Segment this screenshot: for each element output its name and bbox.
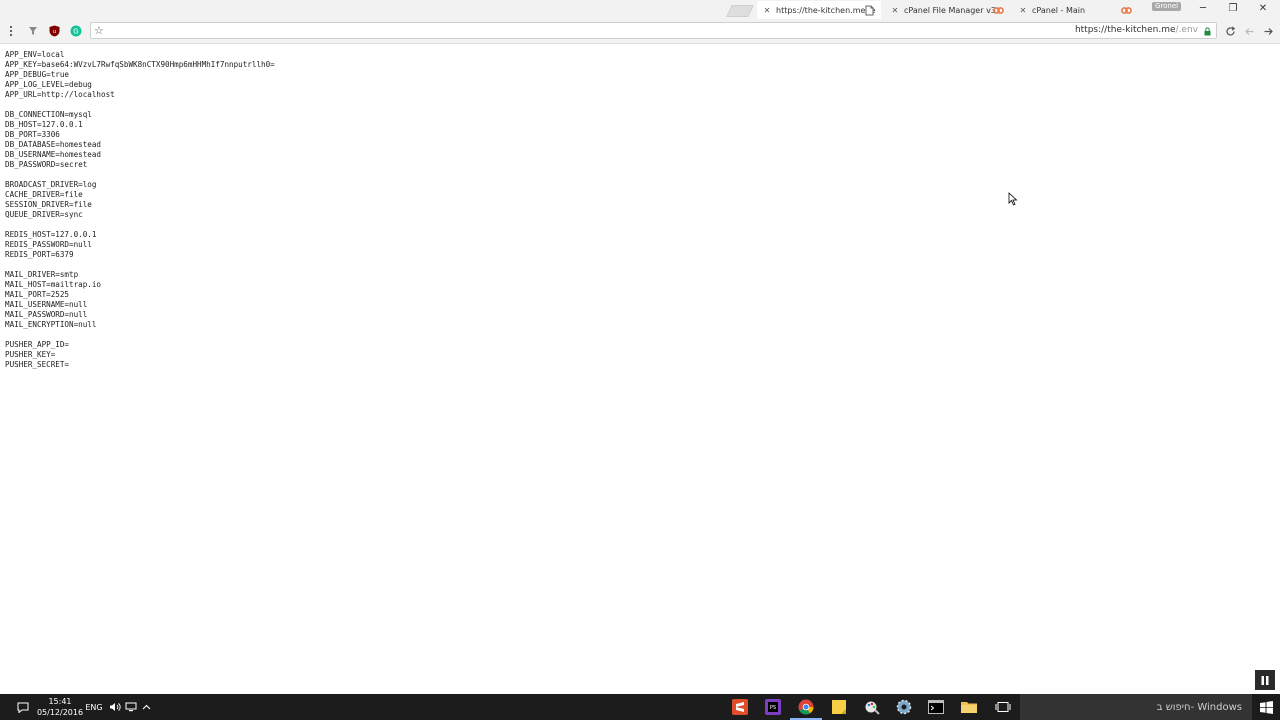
pause-button[interactable]: [1255, 670, 1275, 690]
env-line: MAIL_PORT=2525: [5, 290, 70, 299]
browser-toolbar: u G ☆ https://the-kitchen.me/.env: [0, 20, 1280, 44]
paint-app-icon[interactable]: [862, 697, 882, 717]
env-line: BROADCAST_DRIVER=log: [5, 180, 97, 189]
close-icon[interactable]: ✕: [761, 6, 773, 15]
terminal-icon[interactable]: [926, 697, 946, 717]
env-line: APP_LOG_LEVEL=debug: [5, 80, 92, 89]
env-line: PUSHER_KEY=: [5, 350, 56, 359]
chevron-up-icon[interactable]: [139, 694, 153, 720]
env-line: MAIL_HOST=mailtrap.io: [5, 280, 102, 289]
env-line: REDIS_PORT=6379: [5, 250, 74, 259]
close-icon[interactable]: ✕: [889, 6, 901, 15]
env-line: DB_HOST=127.0.0.1: [5, 120, 83, 129]
extension-funnel-icon[interactable]: [26, 24, 40, 38]
chrome-icon[interactable]: [790, 697, 822, 720]
file-explorer-icon[interactable]: [959, 697, 979, 717]
env-line: CACHE_DRIVER=file: [5, 190, 83, 199]
env-line: QUEUE_DRIVER=sync: [5, 210, 83, 219]
volume-icon[interactable]: [107, 694, 123, 720]
sticky-notes-icon[interactable]: [829, 697, 849, 717]
grammarly-icon[interactable]: G: [69, 24, 83, 38]
env-line: PUSHER_APP_ID=: [5, 340, 70, 349]
env-line: MAIL_ENCRYPTION=null: [5, 320, 97, 329]
phpstorm-icon[interactable]: PS: [763, 697, 783, 717]
windows-logo-icon: [1259, 700, 1273, 714]
mouse-cursor-icon: [1008, 192, 1018, 206]
ublock-shield-icon[interactable]: u: [47, 24, 61, 38]
document-icon: [865, 5, 874, 16]
address-bar[interactable]: ☆ https://the-kitchen.me/.env: [90, 22, 1217, 39]
svg-text:G: G: [73, 28, 78, 36]
env-line: APP_DEBUG=true: [5, 70, 70, 79]
forward-arrow-icon[interactable]: [1261, 24, 1275, 38]
window-close-icon[interactable]: ✕: [1248, 3, 1278, 14]
env-line: DB_USERNAME=homestead: [5, 150, 102, 159]
cpanel-logo-icon: [1121, 7, 1132, 14]
lock-icon[interactable]: [1204, 27, 1211, 36]
env-line: MAIL_PASSWORD=null: [5, 310, 88, 319]
menu-dots-icon[interactable]: [4, 24, 18, 38]
env-line: APP_ENV=local: [5, 50, 65, 59]
env-line: MAIL_USERNAME=null: [5, 300, 88, 309]
env-line: DB_PASSWORD=secret: [5, 160, 88, 169]
windows-start-button[interactable]: [1252, 694, 1280, 720]
env-line: DB_PORT=3306: [5, 130, 60, 139]
browser-tab-strip: ✕ https://the-kitchen.me/.e ✕ cPanel Fil…: [0, 0, 1280, 20]
env-line: REDIS_PASSWORD=null: [5, 240, 92, 249]
tab-cpanel-main[interactable]: ✕ cPanel - Main: [1013, 1, 1137, 19]
back-arrow-icon[interactable]: [1242, 24, 1256, 38]
env-line: PUSHER_SECRET=: [5, 360, 70, 369]
svg-text:PS: PS: [770, 705, 776, 711]
network-icon[interactable]: [123, 694, 139, 720]
url-host: https://the-kitchen.me: [1074, 25, 1176, 35]
svg-text:u: u: [52, 29, 55, 35]
env-line: MAIL_DRIVER=smtp: [5, 270, 79, 279]
windows-taskbar: 15:41 05/12/2016 ENG PS חיפוש ב- Windows: [0, 694, 1280, 720]
taskbar-clock[interactable]: 15:41 05/12/2016: [37, 694, 83, 720]
bookmark-star-icon[interactable]: ☆: [94, 24, 104, 37]
windows-search-input[interactable]: חיפוש ב- Windows: [1020, 694, 1252, 720]
minimize-icon[interactable]: ─: [1188, 3, 1218, 14]
gear-app-icon[interactable]: [894, 697, 914, 717]
cpanel-logo-icon: [993, 7, 1004, 14]
url-path: /.env: [1175, 25, 1198, 35]
env-line: REDIS_HOST=127.0.0.1: [5, 230, 97, 239]
new-tab-button[interactable]: [726, 5, 754, 17]
language-indicator[interactable]: ENG: [85, 694, 103, 720]
env-line: DB_CONNECTION=mysql: [5, 110, 92, 119]
profile-badge[interactable]: Gronel: [1152, 2, 1182, 11]
pause-icon: [1261, 675, 1269, 685]
restore-icon[interactable]: ❐: [1218, 3, 1248, 14]
tab-env-file[interactable]: ✕ https://the-kitchen.me/.e: [757, 1, 881, 19]
env-line: APP_KEY=base64:WVzvL7RwfqSbWK8nCTX90Hmp6…: [5, 60, 275, 69]
page-content: APP_ENV=local APP_KEY=base64:WVzvL7RwfqSb…: [0, 44, 1280, 694]
env-line: SESSION_DRIVER=file: [5, 200, 92, 209]
close-icon[interactable]: ✕: [1017, 6, 1029, 15]
action-center-icon[interactable]: [14, 694, 32, 720]
sublime-text-icon[interactable]: [730, 697, 750, 717]
env-line: APP_URL=http://localhost: [5, 90, 115, 99]
env-line: DB_DATABASE=homestead: [5, 140, 102, 149]
tab-cpanel-file-manager[interactable]: ✕ cPanel File Manager v3: [885, 1, 1009, 19]
task-view-icon[interactable]: [993, 697, 1013, 717]
reload-icon[interactable]: [1223, 24, 1237, 38]
